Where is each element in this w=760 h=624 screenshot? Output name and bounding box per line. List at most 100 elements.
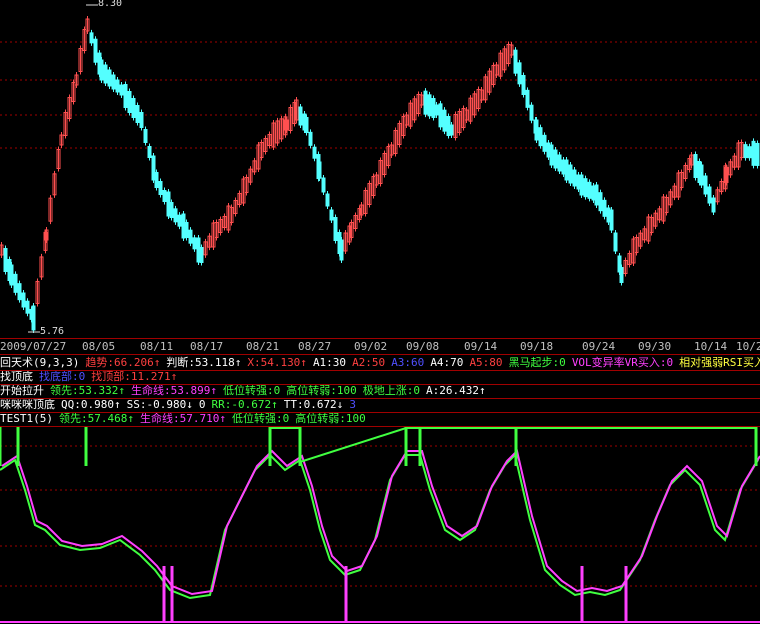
indicator-value: VOL变异率VR买入:0 <box>571 356 674 369</box>
candle-body <box>321 177 326 193</box>
candle-body <box>312 146 317 159</box>
candle-body <box>333 217 338 241</box>
candle-body <box>553 149 558 169</box>
candle-body <box>529 104 534 121</box>
candle-body <box>572 169 577 187</box>
candle-body <box>107 69 112 87</box>
test1-oscillator-chart[interactable] <box>0 426 760 624</box>
candle-body <box>427 94 432 117</box>
indicator-value: TT:0.672↓ <box>283 398 344 411</box>
candle-body <box>583 178 588 198</box>
indicator-value: A5:80 <box>469 356 503 369</box>
indicator-row[interactable]: 找顶底 找底部:0 找顶部:11.271↑ <box>0 370 760 384</box>
indicator-value: 极地上涨:0 <box>362 384 420 397</box>
indicator-name: 咪咪咪顶底 <box>0 398 55 411</box>
candle-body <box>17 283 22 301</box>
candle-body <box>525 89 530 108</box>
candle-body <box>693 154 698 178</box>
candle-body <box>538 127 543 147</box>
row-divider <box>0 370 760 371</box>
indicator-row[interactable]: 回天术(9,3,3) 趋势:66.206↑ 判断:53.118↑ X:54.130↑ A… <box>0 356 760 370</box>
candle-body <box>317 161 322 179</box>
candle-body <box>568 164 573 184</box>
indicator-name: 回天术(9,3,3) <box>0 356 80 369</box>
date-tick: 09/30 <box>638 340 672 353</box>
indicator-value: 领先:57.468↑ <box>58 412 134 425</box>
candle-body <box>3 248 8 272</box>
indicator-row[interactable]: 咪咪咪顶底 QQ:0.980↑ SS:-0.980↓ 0 RR:-0.672↑ TT:0.… <box>0 398 760 412</box>
indicator-value: 低位转强:0 <box>231 412 290 425</box>
date-tick: 08/11 <box>140 340 174 353</box>
candle-body <box>587 181 592 199</box>
indicator-value: 生命线:57.710↑ <box>139 412 226 425</box>
candle-body <box>89 32 94 44</box>
indicator-value: 判断:53.118↑ <box>166 356 242 369</box>
indicator-name: 找顶底 <box>0 370 33 383</box>
candle-body <box>711 197 716 213</box>
candle-body <box>184 222 189 238</box>
indicator-value: X:54.130↑ <box>247 356 307 369</box>
candle-body <box>619 267 624 283</box>
candle-body <box>308 131 313 146</box>
indicator-value: 找底部:0 <box>39 370 86 383</box>
candle-body <box>423 90 428 115</box>
price-candlestick-chart[interactable] <box>0 0 760 338</box>
indicator-value: 0 <box>198 398 206 411</box>
candle-body <box>521 75 526 95</box>
candle-body <box>123 84 128 108</box>
candle-body <box>139 112 144 128</box>
candle-body <box>192 237 197 250</box>
candle-body <box>602 199 607 217</box>
candle-body <box>21 292 26 308</box>
candle-body <box>158 181 163 195</box>
indicator-value: SS:-0.980↓ <box>126 398 193 411</box>
candle-body <box>9 264 14 286</box>
indicator-value: 找顶部:11.271↑ <box>91 370 178 383</box>
row-divider <box>0 354 760 355</box>
candle-body <box>169 202 174 218</box>
indicator-value: 趋势:66.206↑ <box>85 356 161 369</box>
date-tick: 10/14 <box>694 340 728 353</box>
candle-body <box>549 144 554 166</box>
indicator-row[interactable]: TEST1(5) 领先:57.468↑ 生命线:57.710↑ 低位转强:0 高位转弱:… <box>0 412 760 426</box>
candle-body <box>325 193 330 207</box>
candle-body <box>542 134 547 152</box>
candle-body <box>154 172 159 188</box>
candle-body <box>13 273 18 293</box>
date-tick: 09/24 <box>582 340 616 353</box>
candle-body <box>564 159 569 181</box>
indicator-value: A1:30 <box>312 356 347 369</box>
candle-body <box>434 104 439 116</box>
indicator-value: A:26.432↑ <box>425 384 486 397</box>
row-divider <box>0 398 760 399</box>
stock-chart-window[interactable]: 8.30 5.76 2009/07/27 08/05 08/11 08/17 08/21… <box>0 0 760 624</box>
candle-body <box>609 209 614 231</box>
candle-body <box>147 146 152 158</box>
indicator-value: A3:60 <box>391 356 425 369</box>
candle-body <box>442 109 447 132</box>
candle-body <box>707 186 712 204</box>
price-low-label: 5.76 <box>40 326 65 337</box>
row-divider <box>0 384 760 385</box>
candle-body <box>579 174 584 196</box>
candle-body <box>339 239 344 261</box>
indicator-value: 低位转强:0 <box>222 384 281 397</box>
candle-body <box>751 140 756 166</box>
indicator-value: 黑马起步:0 <box>508 356 566 369</box>
candle-body <box>699 164 704 186</box>
indicator-name: TEST1(5) <box>0 412 53 425</box>
candle-body <box>135 105 140 123</box>
date-tick: 2009/07/27 <box>0 340 67 353</box>
row-divider <box>0 426 760 427</box>
indicator-name: 开始拉升 <box>0 384 44 397</box>
candle-body <box>449 124 454 136</box>
candle-body <box>743 144 748 159</box>
indicator-value: QQ:0.980↑ <box>61 398 121 411</box>
date-tick: 09/02 <box>354 340 388 353</box>
candle-body <box>703 175 708 195</box>
indicator-row[interactable]: 开始拉升 领先:53.332↑ 生命线:53.899↑ 低位转强:0 高位转弱:100 极… <box>0 384 760 398</box>
candle-body <box>119 84 124 96</box>
candle-body <box>438 103 443 128</box>
candle-body <box>177 214 182 227</box>
date-tick: 09/08 <box>406 340 440 353</box>
